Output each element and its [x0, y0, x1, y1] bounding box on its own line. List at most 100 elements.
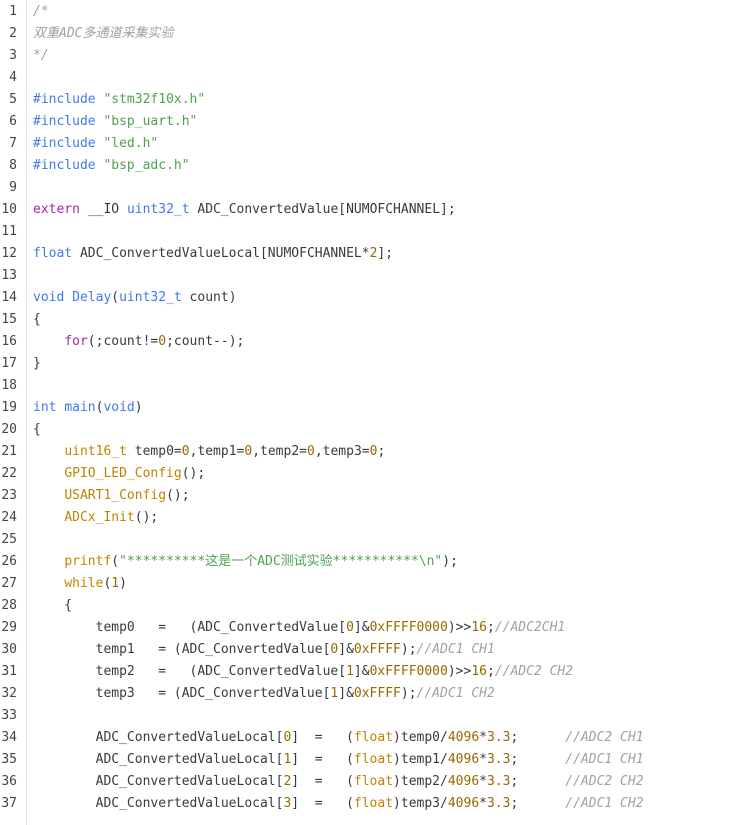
- code-token: {: [33, 598, 73, 613]
- code-text[interactable]: temp0 = (ADC_ConvertedValue[0]&0xFFFF000…: [33, 617, 566, 639]
- code-text[interactable]: ADC_ConvertedValueLocal[1] = (float)temp…: [33, 749, 644, 771]
- code-line[interactable]: 3 */: [0, 45, 755, 67]
- code-line[interactable]: 15 {: [0, 309, 755, 331]
- code-line[interactable]: 9: [0, 177, 755, 199]
- code-line[interactable]: 37 ADC_ConvertedValueLocal[3] = (float)t…: [0, 793, 755, 815]
- code-text[interactable]: ADC_ConvertedValueLocal[3] = (float)temp…: [33, 793, 644, 815]
- code-token: 3.3: [486, 752, 511, 767]
- code-token: ]&: [338, 686, 354, 701]
- code-line[interactable]: 12 float ADC_ConvertedValueLocal[NUMOFCHA…: [0, 243, 755, 265]
- code-text[interactable]: for(;count!=0;count--);: [33, 331, 244, 353]
- code-line[interactable]: 26 printf("**********这是一个ADC测试实验********…: [0, 551, 755, 573]
- code-token: ] = (: [291, 774, 354, 789]
- code-token: 双重ADC多通道采集实验: [33, 26, 174, 41]
- code-text[interactable]: {: [33, 309, 41, 331]
- code-text[interactable]: uint16_t temp0=0,temp1=0,temp2=0,temp3=0…: [33, 441, 385, 463]
- code-text[interactable]: #include "bsp_adc.h": [33, 155, 190, 177]
- code-line[interactable]: 23 USART1_Config();: [0, 485, 755, 507]
- code-text[interactable]: {: [33, 595, 72, 617]
- code-text[interactable]: temp3 = (ADC_ConvertedValue[1]&0xFFFF);/…: [33, 683, 495, 705]
- code-line[interactable]: 25: [0, 529, 755, 551]
- code-line[interactable]: 36 ADC_ConvertedValueLocal[2] = (float)t…: [0, 771, 755, 793]
- code-text[interactable]: extern __IO uint32_t ADC_ConvertedValue[…: [33, 199, 456, 221]
- code-line[interactable]: 1 /*: [0, 1, 755, 23]
- code-line[interactable]: 34 ADC_ConvertedValueLocal[0] = (float)t…: [0, 727, 755, 749]
- code-line[interactable]: 7 #include "led.h": [0, 133, 755, 155]
- code-line[interactable]: 30 temp1 = (ADC_ConvertedValue[0]&0xFFFF…: [0, 639, 755, 661]
- code-line[interactable]: 35 ADC_ConvertedValueLocal[1] = (float)t…: [0, 749, 755, 771]
- code-text[interactable]: USART1_Config();: [33, 485, 189, 507]
- code-text[interactable]: void Delay(uint32_t count): [33, 287, 237, 309]
- code-text[interactable]: int main(void): [33, 397, 143, 419]
- code-line[interactable]: 6 #include "bsp_uart.h": [0, 111, 755, 133]
- code-line[interactable]: 10 extern __IO uint32_t ADC_ConvertedValu…: [0, 199, 755, 221]
- code-token: #include: [33, 158, 104, 173]
- code-line[interactable]: 20 {: [0, 419, 755, 441]
- code-text[interactable]: ADCx_Init();: [33, 507, 158, 529]
- code-line[interactable]: 4: [0, 67, 755, 89]
- code-line[interactable]: 22 GPIO_LED_Config();: [0, 463, 755, 485]
- line-number: 1: [9, 4, 17, 19]
- code-token: 0xFFFF: [353, 642, 401, 657]
- code-text[interactable]: {: [33, 419, 41, 441]
- code-token: )temp2/: [393, 774, 448, 789]
- line-number: 11: [1, 224, 17, 239]
- code-line[interactable]: 28 {: [0, 595, 755, 617]
- code-line[interactable]: 2 双重ADC多通道采集实验: [0, 23, 755, 45]
- line-number: 24: [1, 510, 17, 525]
- code-line[interactable]: 14 void Delay(uint32_t count): [0, 287, 755, 309]
- code-token: 4096: [447, 796, 480, 811]
- code-line[interactable]: 18: [0, 375, 755, 397]
- code-line[interactable]: 33: [0, 705, 755, 727]
- code-line[interactable]: 13: [0, 265, 755, 287]
- code-token: /*: [33, 4, 49, 19]
- code-token: ();: [134, 510, 159, 525]
- code-text[interactable]: /*: [33, 1, 49, 23]
- code-line[interactable]: 19 int main(void): [0, 397, 755, 419]
- code-text[interactable]: temp2 = (ADC_ConvertedValue[1]&0xFFFF000…: [33, 661, 573, 683]
- code-text[interactable]: */: [33, 45, 49, 67]
- code-line[interactable]: 11: [0, 221, 755, 243]
- code-lines[interactable]: 1 /* 2 双重ADC多通道采集实验 3 */ 4 5 #include "stm32f10x…: [0, 1, 755, 815]
- code-text[interactable]: #include "stm32f10x.h": [33, 89, 205, 111]
- line-number: 7: [9, 136, 17, 151]
- code-text[interactable]: printf("**********这是一个ADC测试实验***********…: [33, 551, 458, 573]
- code-token: //ADC1 CH1: [416, 642, 495, 657]
- code-text[interactable]: }: [33, 353, 41, 375]
- code-line[interactable]: 31 temp2 = (ADC_ConvertedValue[1]&0xFFFF…: [0, 661, 755, 683]
- code-line[interactable]: 16 for(;count!=0;count--);: [0, 331, 755, 353]
- code-token: //ADC2 CH2: [494, 664, 574, 679]
- code-line[interactable]: 8 #include "bsp_adc.h": [0, 155, 755, 177]
- code-text[interactable]: 双重ADC多通道采集实验: [33, 23, 173, 45]
- code-token: float: [353, 752, 394, 767]
- code-token: 3.3: [486, 774, 511, 789]
- line-number: 34: [1, 730, 17, 745]
- code-token: *: [479, 774, 487, 789]
- code-line[interactable]: 27 while(1): [0, 573, 755, 595]
- code-token: ,temp1=: [189, 444, 245, 459]
- code-token: 4096: [447, 730, 480, 745]
- code-text[interactable]: float ADC_ConvertedValueLocal[NUMOFCHANN…: [33, 243, 393, 265]
- code-line[interactable]: 29 temp0 = (ADC_ConvertedValue[0]&0xFFFF…: [0, 617, 755, 639]
- code-editor[interactable]: 1 /* 2 双重ADC多通道采集实验 3 */ 4 5 #include "stm32f10x…: [0, 0, 755, 825]
- code-token: "stm32f10x.h": [103, 92, 206, 107]
- code-token: ): [119, 576, 127, 591]
- code-token: 0xFFFF: [353, 686, 401, 701]
- code-text[interactable]: ADC_ConvertedValueLocal[2] = (float)temp…: [33, 771, 644, 793]
- code-text[interactable]: while(1): [33, 573, 127, 595]
- code-token: __IO: [79, 202, 127, 217]
- code-line[interactable]: 21 uint16_t temp0=0,temp1=0,temp2=0,temp…: [0, 441, 755, 463]
- code-text[interactable]: temp1 = (ADC_ConvertedValue[0]&0xFFFF);/…: [33, 639, 495, 661]
- code-text[interactable]: ADC_ConvertedValueLocal[0] = (float)temp…: [33, 727, 644, 749]
- code-text[interactable]: #include "led.h": [33, 133, 158, 155]
- code-line[interactable]: 5 #include "stm32f10x.h": [0, 89, 755, 111]
- code-token: Delay: [72, 290, 112, 305]
- code-line[interactable]: 24 ADCx_Init();: [0, 507, 755, 529]
- code-text[interactable]: GPIO_LED_Config();: [33, 463, 205, 485]
- code-line[interactable]: 17}: [0, 353, 755, 375]
- code-text[interactable]: #include "bsp_uart.h": [33, 111, 197, 133]
- code-line[interactable]: 32 temp3 = (ADC_ConvertedValue[1]&0xFFFF…: [0, 683, 755, 705]
- code-token: (: [111, 290, 120, 305]
